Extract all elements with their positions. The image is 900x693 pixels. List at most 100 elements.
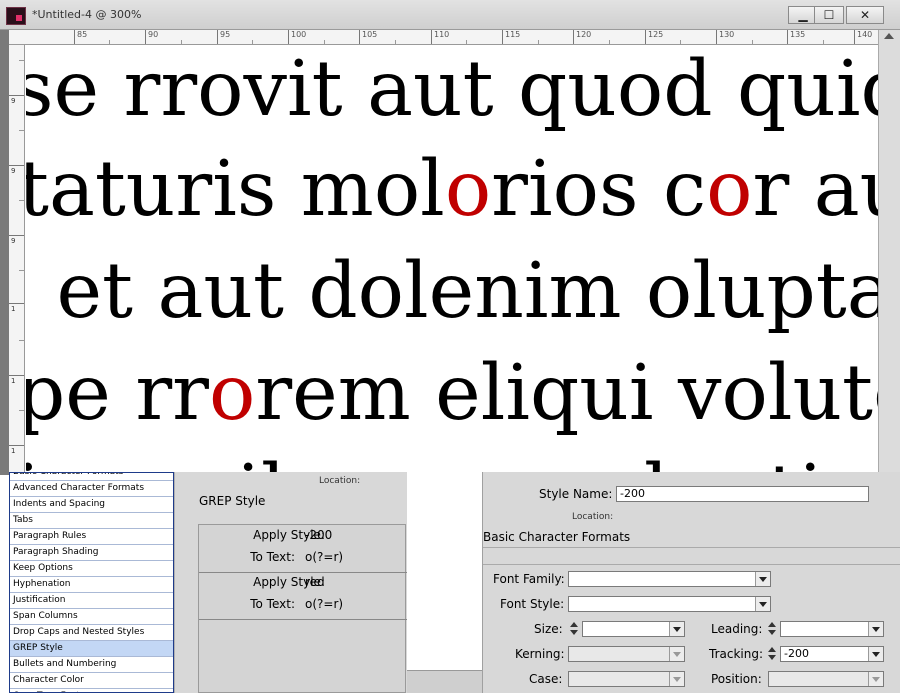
maximize-button[interactable]: ☐ xyxy=(814,6,844,24)
text-run: pe rr xyxy=(26,349,209,438)
to-text-label: To Text: xyxy=(250,597,295,611)
font-style-label: Font Style: xyxy=(500,597,565,611)
text-run: se rrovit aut quod quidel r xyxy=(26,45,878,134)
ruler-label: 95 xyxy=(217,30,230,44)
apply-style-value[interactable]: -200 xyxy=(305,528,332,542)
font-style-dropdown[interactable] xyxy=(568,596,771,612)
tools-panel-edge xyxy=(0,30,9,475)
title-bar[interactable]: *Untitled-4 @ 300% ▁ ☐ ✕ xyxy=(0,0,900,30)
document-text-line[interactable]: et aut dolenim oluptas ur xyxy=(32,253,878,330)
chevron-down-icon[interactable] xyxy=(868,622,883,636)
leading-label: Leading: xyxy=(711,622,763,636)
kerning-dropdown[interactable] xyxy=(568,646,685,662)
character-style-options-panel: Style Name: -200 Location: Basic Charact… xyxy=(482,472,900,693)
text-run: rios c xyxy=(491,145,707,234)
position-dropdown[interactable] xyxy=(768,671,884,687)
to-text-value[interactable]: o(?=r) xyxy=(305,550,343,564)
ruler-mark: 9 xyxy=(9,165,24,175)
chevron-down-icon[interactable] xyxy=(669,647,684,661)
style-list-item[interactable]: Paragraph Rules xyxy=(10,529,173,545)
size-label: Size: xyxy=(534,622,563,636)
horizontal-scrollbar-fragment[interactable] xyxy=(407,670,482,693)
size-stepper-icon[interactable] xyxy=(568,621,580,637)
horizontal-ruler[interactable]: 85 90 95 100 105 110 115 120 125 130 135… xyxy=(9,30,878,45)
chevron-down-icon[interactable] xyxy=(669,622,684,636)
ruler-mark: 9 xyxy=(9,95,24,105)
tracking-stepper-icon[interactable] xyxy=(766,646,778,662)
chevron-down-icon[interactable] xyxy=(868,647,883,661)
position-label: Position: xyxy=(711,672,762,686)
style-options-list[interactable]: Basic Character Formats Advanced Characte… xyxy=(9,472,174,693)
ruler-label: 105 xyxy=(359,30,377,44)
kerning-label: Kerning: xyxy=(515,647,565,661)
grep-rules-box[interactable]: Apply Style: -200 To Text: o(?=r) Apply … xyxy=(198,524,407,693)
tracking-field[interactable]: -200 xyxy=(780,646,884,662)
style-list-item[interactable]: Justification xyxy=(10,593,173,609)
ruler-mark: 1 xyxy=(9,375,24,385)
vertical-scrollbar[interactable] xyxy=(878,30,900,475)
ruler-label: 85 xyxy=(74,30,87,44)
document-text-line[interactable]: pe rrorem eliqui volute ma xyxy=(26,355,878,432)
style-list-item[interactable]: Keep Options xyxy=(10,561,173,577)
ruler-mark: 9 xyxy=(9,235,24,245)
style-list-item[interactable]: Indents and Spacing xyxy=(10,497,173,513)
leading-field[interactable] xyxy=(780,621,884,637)
style-list-item[interactable]: Drop Caps and Nested Styles xyxy=(10,625,173,641)
font-family-dropdown[interactable] xyxy=(568,571,771,587)
style-list-item[interactable]: Bullets and Numbering xyxy=(10,657,173,673)
indesign-app-icon xyxy=(6,7,26,25)
ruler-mark: 1 xyxy=(9,303,24,313)
document-text-line[interactable]: taturis molorios cor aut exc xyxy=(26,151,878,228)
size-field[interactable] xyxy=(582,621,685,637)
case-dropdown[interactable] xyxy=(568,671,685,687)
font-family-label: Font Family: xyxy=(493,572,565,586)
style-name-field[interactable]: -200 xyxy=(616,486,869,502)
ruler-label: 90 xyxy=(145,30,158,44)
style-list-item[interactable]: Advanced Character Formats xyxy=(10,481,173,497)
section-divider xyxy=(483,564,900,565)
case-label: Case: xyxy=(529,672,563,686)
chevron-down-icon[interactable] xyxy=(669,672,684,686)
text-run: rem eliqui volute ma xyxy=(255,349,878,438)
style-name-label: Style Name: xyxy=(539,487,613,501)
style-list-item[interactable]: Paragraph Shading xyxy=(10,545,173,561)
to-text-label: To Text: xyxy=(250,550,295,564)
style-list-item[interactable]: Hyphenation xyxy=(10,577,173,593)
style-list-item[interactable]: Basic Character Formats xyxy=(10,473,173,481)
apply-style-value[interactable]: red xyxy=(305,575,325,589)
text-run: r aut exc xyxy=(752,145,878,234)
ruler-mark: 1 xyxy=(9,445,24,455)
style-list-item[interactable]: OpenType Features xyxy=(10,689,173,692)
text-run: taturis mol xyxy=(26,145,445,234)
chevron-down-icon[interactable] xyxy=(868,672,883,686)
grep-highlight-char: o xyxy=(444,145,492,234)
document-title: *Untitled-4 @ 300% xyxy=(32,8,142,21)
style-list-item[interactable]: GREP Style xyxy=(10,641,173,657)
style-list-item[interactable]: Tabs xyxy=(10,513,173,529)
ruler-label: 120 xyxy=(573,30,591,44)
ruler-label: 100 xyxy=(288,30,306,44)
location-label: Location: xyxy=(572,512,614,522)
vertical-ruler[interactable]: 9 9 9 1 1 1 xyxy=(9,45,25,475)
leading-stepper-icon[interactable] xyxy=(766,621,778,637)
ruler-label: 125 xyxy=(645,30,663,44)
section-title: Basic Character Formats xyxy=(483,530,631,544)
scroll-up-arrow-icon[interactable] xyxy=(884,33,894,39)
document-text-line[interactable]: se rrovit aut quod quidel r xyxy=(26,51,878,128)
ruler-label: 135 xyxy=(787,30,805,44)
style-list-item[interactable]: Character Color xyxy=(10,673,173,689)
chevron-down-icon[interactable] xyxy=(755,597,770,611)
document-canvas[interactable]: se rrovit aut quod quidel rtaturis molor… xyxy=(26,45,878,475)
to-text-value[interactable]: o(?=r) xyxy=(305,597,343,611)
close-button[interactable]: ✕ xyxy=(846,6,884,24)
grep-style-heading: GREP Style xyxy=(199,494,266,508)
rule-divider xyxy=(199,619,407,620)
ruler-label: 115 xyxy=(502,30,520,44)
grep-highlight-char: o xyxy=(706,145,753,234)
section-divider xyxy=(483,547,900,548)
chevron-down-icon[interactable] xyxy=(755,572,770,586)
ruler-label: 110 xyxy=(431,30,449,44)
style-list-item[interactable]: Span Columns xyxy=(10,609,173,625)
indesign-window: *Untitled-4 @ 300% ▁ ☐ ✕ 85 90 95 100 10… xyxy=(0,0,900,693)
ruler-label: 130 xyxy=(716,30,734,44)
